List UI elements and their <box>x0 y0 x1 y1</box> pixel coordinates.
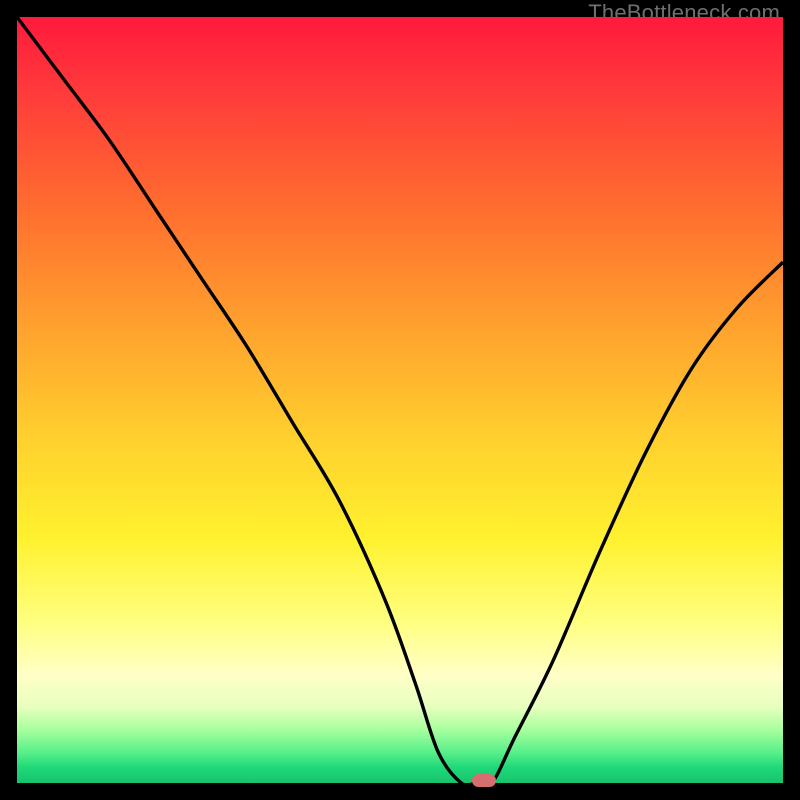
optimum-marker <box>472 774 496 787</box>
chart-frame: TheBottleneck.com <box>0 0 800 800</box>
chart-plot-area <box>17 17 783 783</box>
bottleneck-curve <box>17 17 783 783</box>
curve-path <box>17 17 783 786</box>
